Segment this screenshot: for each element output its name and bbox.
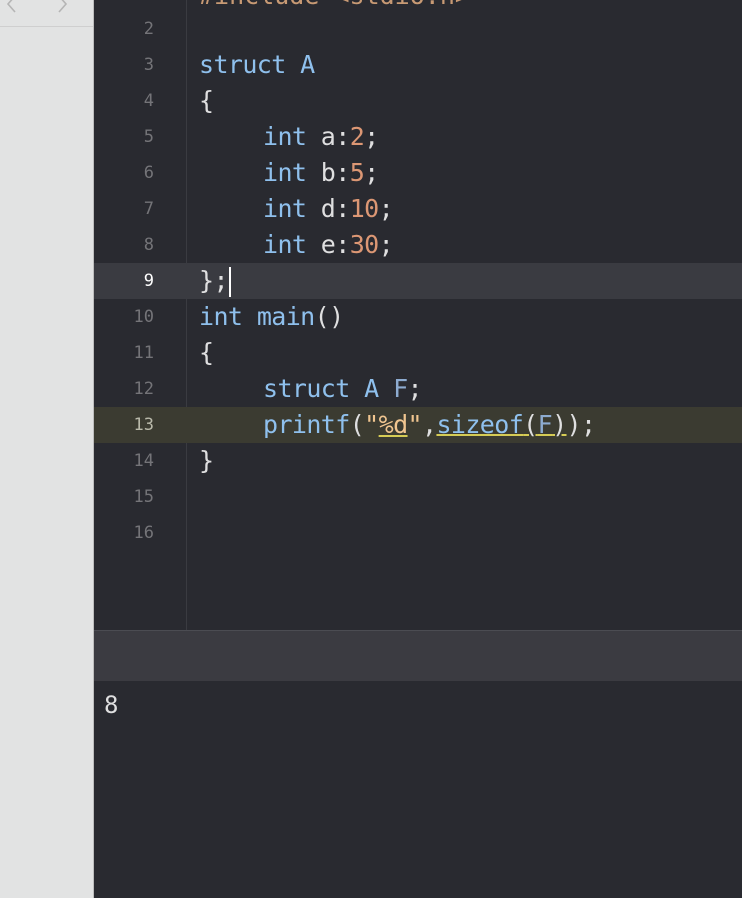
code-line[interactable]: 4 { — [94, 83, 742, 119]
line-number: 3 — [143, 55, 154, 75]
warning-code-line[interactable]: 13 printf("%d",sizeof(F)); — [94, 407, 742, 443]
code-line[interactable]: 7 int d:10; — [94, 191, 742, 227]
line-number: 4 — [143, 91, 154, 111]
current-code-line[interactable]: 9 }; — [94, 263, 742, 299]
line-number: 15 — [133, 487, 154, 507]
code-line[interactable]: 15 — [94, 479, 742, 515]
console-output-area[interactable]: 8 — [94, 681, 742, 898]
code-text: int main() — [199, 302, 344, 331]
code-text: }; — [199, 263, 231, 299]
code-text: int e:30; — [263, 230, 394, 259]
line-number: 5 — [143, 127, 154, 147]
code-line[interactable]: 11 { — [94, 335, 742, 371]
text-cursor — [228, 267, 231, 297]
code-text: int d:10; — [263, 194, 394, 223]
code-text: } — [199, 446, 214, 475]
code-text: printf("%d",sizeof(F)); — [263, 410, 596, 439]
code-line[interactable]: 10 int main() — [94, 299, 742, 335]
line-number: 2 — [143, 19, 154, 39]
line-number: 9 — [143, 271, 154, 291]
code-line[interactable]: 6 int b:5; — [94, 155, 742, 191]
line-number: 11 — [133, 343, 154, 363]
code-text: int a:2; — [263, 122, 379, 151]
code-line[interactable]: 12 struct A F; — [94, 371, 742, 407]
line-number: 6 — [143, 163, 154, 183]
line-number: 12 — [133, 379, 154, 399]
line-number: 8 — [143, 235, 154, 255]
navigator-sidebar — [0, 0, 94, 898]
console-output-text: 8 — [104, 691, 119, 719]
chevron-left-icon[interactable] — [2, 0, 22, 16]
line-number: 7 — [143, 199, 154, 219]
code-line[interactable]: 5 int a:2; — [94, 119, 742, 155]
debug-area-bar — [94, 630, 742, 682]
code-text: { — [199, 86, 214, 115]
code-text: struct A F; — [263, 374, 423, 403]
code-line[interactable]: 14 } — [94, 443, 742, 479]
code-line[interactable]: 2 — [94, 11, 742, 47]
code-text: { — [199, 338, 214, 367]
chevron-right-icon[interactable] — [52, 0, 72, 16]
code-line[interactable]: 8 int e:30; — [94, 227, 742, 263]
code-text: int b:5; — [263, 158, 379, 187]
code-line[interactable]: 16 — [94, 515, 742, 551]
source-editor[interactable]: #include <stdio.h> 2 3 struct A 4 { 5 in… — [94, 0, 742, 630]
line-number: 16 — [133, 523, 154, 543]
code-line[interactable]: 3 struct A — [94, 47, 742, 83]
code-text: struct A — [199, 50, 315, 79]
line-number: 10 — [133, 307, 154, 327]
line-number: 13 — [133, 415, 154, 435]
navigator-toolbar — [0, 0, 93, 27]
line-number: 14 — [133, 451, 154, 471]
